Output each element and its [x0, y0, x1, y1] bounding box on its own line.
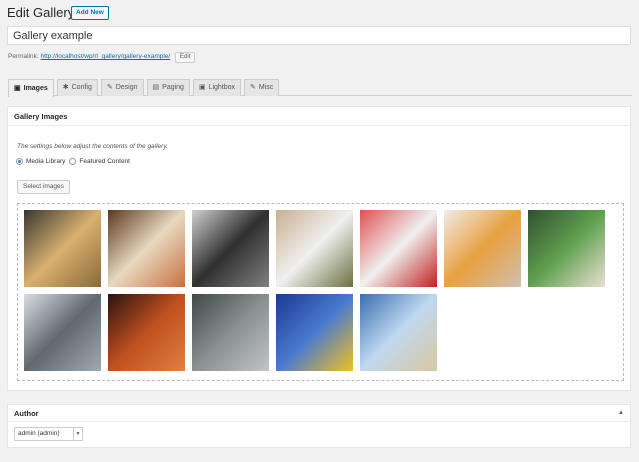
gallery-image-sunflowers[interactable]	[276, 294, 353, 371]
gallery-image-coast-cliffs[interactable]	[192, 294, 269, 371]
gallery-image-salad[interactable]	[528, 210, 605, 287]
gallery-image-toast-pan[interactable]	[24, 210, 101, 287]
author-title: Author	[14, 409, 39, 418]
permalink-label: Permalink:	[8, 53, 39, 60]
tab-label: Lightbox	[208, 84, 236, 91]
images-grid	[17, 203, 624, 381]
paging-icon: ▤	[152, 84, 160, 91]
gallery-image-breakfast[interactable]	[444, 210, 521, 287]
gallery-image-strawberries[interactable]	[360, 210, 437, 287]
author-select[interactable]: admin (admin) ▼	[14, 427, 83, 441]
brush-icon: ✎	[106, 84, 113, 91]
author-select-value: admin (admin)	[18, 430, 60, 437]
chevron-down-icon: ▼	[73, 428, 82, 440]
tab-label: Paging	[162, 84, 184, 91]
collapse-arrow-icon[interactable]: ▲	[618, 405, 624, 422]
tab-label: Misc	[258, 84, 274, 91]
tab-misc[interactable]: ✎ Misc	[244, 79, 280, 96]
panel-title: Gallery Images	[8, 107, 630, 126]
gallery-images-panel: Gallery Images The settings below adjust…	[7, 106, 631, 391]
add-new-button[interactable]: Add New	[71, 6, 109, 20]
tab-label: Config	[71, 84, 92, 91]
radio-featured-label: Featured Content	[79, 158, 130, 165]
wrench-icon: ✎	[250, 84, 256, 91]
radio-media-label: Media Library	[26, 158, 66, 165]
image-icon: ▣	[14, 84, 21, 92]
permalink-link[interactable]: http://localhost/wp/rl_gallery/gallery-e…	[41, 53, 171, 60]
gallery-image-canyon[interactable]	[108, 294, 185, 371]
tab-label: Images	[23, 84, 48, 92]
gear-icon: ✱	[62, 84, 69, 91]
radio-media-library[interactable]: Media Library	[16, 158, 65, 165]
permalink: Permalink: http://localhost/wp/rl_galler…	[8, 52, 196, 63]
author-panel: Author ▲ admin (admin) ▼	[7, 404, 631, 448]
tab-images[interactable]: ▣ Images	[8, 79, 54, 97]
author-panel-header[interactable]: Author ▲	[8, 405, 630, 422]
gallery-image-devices-desk[interactable]	[192, 210, 269, 287]
radio-checked-icon[interactable]	[16, 158, 23, 165]
tab-label: Design	[115, 84, 138, 91]
tab-config[interactable]: ✱ Config	[56, 79, 98, 96]
lightbox-icon: ▣	[198, 84, 206, 91]
tab-paging[interactable]: ▤ Paging	[146, 79, 190, 96]
gallery-title-input[interactable]: Gallery example	[7, 26, 631, 45]
gallery-image-mountains[interactable]	[24, 294, 101, 371]
gallery-image-food-board[interactable]	[276, 210, 353, 287]
tab-lightbox[interactable]: ▣ Lightbox	[192, 79, 242, 96]
permalink-edit-button[interactable]: Edit	[175, 52, 196, 63]
radio-unchecked-icon[interactable]	[69, 158, 77, 165]
source-radio-group: Media Library Featured Content	[16, 158, 130, 165]
gallery-image-fence-field[interactable]	[360, 294, 437, 371]
tab-design[interactable]: ✎ Design	[100, 79, 144, 96]
panel-description: The settings below adjust the contents o…	[17, 143, 168, 150]
radio-featured-content[interactable]: Featured Content	[69, 158, 130, 165]
gallery-image-tea-table[interactable]	[108, 210, 185, 287]
select-images-button[interactable]: Select images	[17, 180, 70, 194]
page-title: Edit Gallery	[7, 5, 75, 20]
settings-tabs: ▣ Images ✱ Config ✎ Design ▤ Paging ▣ Lightbox ✎ Mi…	[8, 79, 632, 97]
